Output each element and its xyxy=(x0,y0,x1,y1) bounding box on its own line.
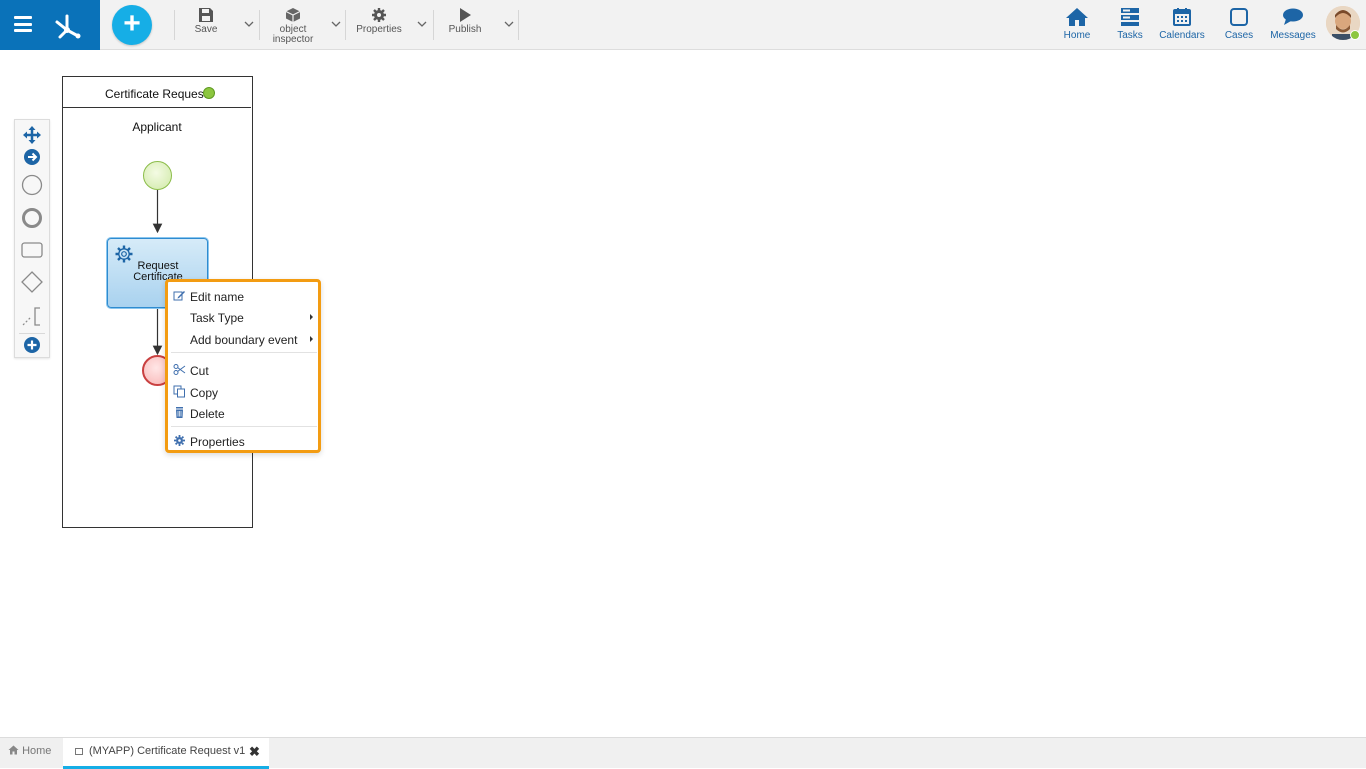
top-toolbar: + Save object inspector Properties Publi… xyxy=(0,0,1366,50)
shape-palette xyxy=(14,119,50,358)
online-status-indicator xyxy=(1350,30,1360,40)
scissors-icon xyxy=(173,364,186,375)
close-icon[interactable]: ✖ xyxy=(249,744,260,760)
annotation-icon[interactable] xyxy=(18,302,46,330)
messages-icon xyxy=(1283,8,1303,25)
app-logo[interactable] xyxy=(50,8,84,42)
task-context-menu: Edit name Task Type Add boundary event C… xyxy=(165,279,321,453)
add-icon[interactable] xyxy=(18,331,46,359)
nav-messages[interactable]: Messages xyxy=(1269,7,1317,41)
bottom-tab-bar: Home (MYAPP) Certificate Request v1 ✖ xyxy=(0,737,1366,769)
cases-icon xyxy=(1230,8,1248,26)
trash-icon xyxy=(176,407,183,418)
toolbar-divider xyxy=(518,10,519,40)
home-icon xyxy=(8,745,19,755)
menu-item-label: Task Type xyxy=(190,311,244,325)
add-button[interactable]: + xyxy=(112,5,152,45)
pool-title: Certificate Request xyxy=(105,87,208,101)
object-inspector-button[interactable]: object inspector xyxy=(263,7,323,45)
submenu-arrow-icon xyxy=(310,336,313,342)
end-event-icon[interactable] xyxy=(18,204,46,232)
toolbar-divider xyxy=(174,10,175,40)
menu-item-delete[interactable]: Delete xyxy=(168,403,318,423)
publish-dropdown-chevron-icon[interactable] xyxy=(503,17,515,31)
nav-home[interactable]: Home xyxy=(1060,7,1094,41)
nav-home-label: Home xyxy=(1063,30,1091,41)
plus-icon: + xyxy=(123,7,141,40)
menu-divider xyxy=(171,426,317,427)
tab-home-label: Home xyxy=(22,745,52,757)
cube-icon xyxy=(285,8,301,22)
save-button[interactable]: Save xyxy=(176,7,236,35)
menu-item-edit-name[interactable]: Edit name xyxy=(168,286,318,306)
save-dropdown-chevron-icon[interactable] xyxy=(243,17,255,31)
object-inspector-dropdown-chevron-icon[interactable] xyxy=(330,17,342,31)
nav-calendars-label: Calendars xyxy=(1159,30,1205,41)
object-inspector-label-line2: inspector xyxy=(272,34,314,45)
task-shape-icon[interactable] xyxy=(18,236,46,264)
menu-item-copy[interactable]: Copy xyxy=(168,382,318,402)
gear-icon xyxy=(174,435,185,446)
properties-label: Properties xyxy=(356,24,402,35)
toolbar-divider xyxy=(259,10,260,40)
menu-item-label: Copy xyxy=(190,386,219,400)
pool-status-indicator xyxy=(203,87,215,99)
play-icon xyxy=(460,8,471,22)
menu-item-label: Edit name xyxy=(190,290,245,304)
publish-button[interactable]: Publish xyxy=(435,7,495,35)
lane-title: Applicant xyxy=(132,120,182,134)
submenu-arrow-icon xyxy=(310,314,313,320)
menu-item-task-type[interactable]: Task Type xyxy=(168,307,318,327)
connector-icon[interactable] xyxy=(18,143,46,171)
menu-item-properties[interactable]: Properties xyxy=(168,431,318,451)
properties-dropdown-chevron-icon[interactable] xyxy=(416,17,428,31)
toolbar-divider xyxy=(433,10,434,40)
hamburger-icon[interactable] xyxy=(14,16,32,32)
menu-item-label: Properties xyxy=(190,435,245,449)
toolbar-divider xyxy=(345,10,346,40)
start-event[interactable] xyxy=(143,161,172,190)
calendar-icon xyxy=(1173,8,1191,26)
save-label: Save xyxy=(194,24,218,35)
save-icon xyxy=(199,8,213,22)
pool-header[interactable]: Certificate Request xyxy=(63,77,251,108)
nav-tasks[interactable]: Tasks xyxy=(1114,7,1146,41)
menu-item-label: Add boundary event xyxy=(190,333,298,347)
publish-label: Publish xyxy=(448,24,482,35)
menu-item-add-boundary-event[interactable]: Add boundary event xyxy=(168,329,318,349)
gear-icon xyxy=(372,8,386,22)
menu-item-label: Cut xyxy=(190,364,209,378)
nav-tasks-label: Tasks xyxy=(1117,30,1143,41)
tab-certificate-request[interactable]: (MYAPP) Certificate Request v1 ✖ xyxy=(63,738,269,769)
nav-messages-label: Messages xyxy=(1270,30,1316,41)
tasks-icon xyxy=(1121,8,1139,26)
tab-label: (MYAPP) Certificate Request v1 xyxy=(89,745,246,757)
menu-item-cut[interactable]: Cut xyxy=(168,360,318,380)
edit-icon xyxy=(173,291,185,301)
home-icon xyxy=(1066,8,1088,26)
properties-button[interactable]: Properties xyxy=(349,7,409,35)
gateway-icon[interactable] xyxy=(18,268,46,296)
menu-item-label: Delete xyxy=(190,407,225,421)
document-icon xyxy=(75,748,83,755)
tab-home[interactable]: Home xyxy=(8,745,51,757)
nav-cases-label: Cases xyxy=(1224,30,1254,41)
brand-area xyxy=(0,0,100,50)
nav-cases[interactable]: Cases xyxy=(1222,7,1256,41)
menu-divider xyxy=(171,352,317,353)
start-event-icon[interactable] xyxy=(18,171,46,199)
copy-icon xyxy=(173,385,185,398)
nav-calendars[interactable]: Calendars xyxy=(1157,7,1207,41)
